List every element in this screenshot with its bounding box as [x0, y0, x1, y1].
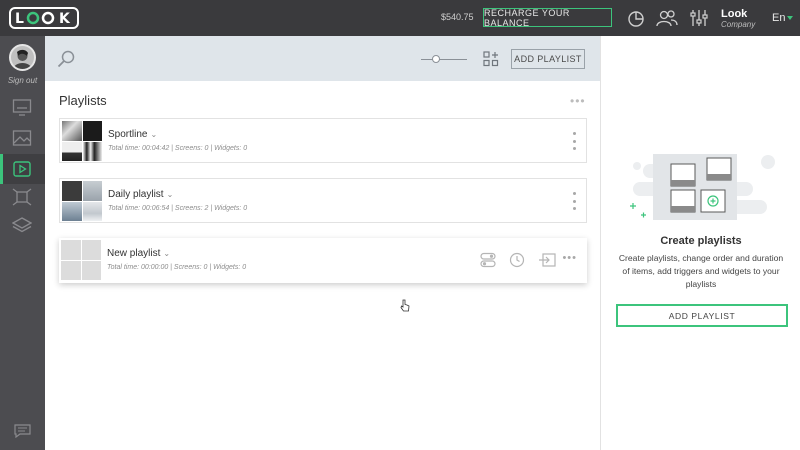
top-bar: L K $540.75 RECHARGE YOUR BALANCE Look C… — [0, 0, 800, 36]
playlist-card-new[interactable]: New playlist ⌄ Total time: 00:00:00 | Scr… — [59, 238, 587, 283]
toolbar: ADD PLAYLIST — [45, 36, 600, 81]
user-company: Company — [721, 20, 756, 29]
chevron-down-icon — [787, 16, 794, 21]
playlist-card-daily[interactable]: Daily playlist ⌄ Total time: 00:06:54 | S… — [59, 178, 587, 223]
image-icon[interactable] — [12, 129, 32, 147]
playlist-name[interactable]: New playlist ⌄ — [107, 248, 170, 259]
svg-text:K: K — [59, 11, 71, 27]
svg-text:L: L — [15, 11, 24, 27]
zoom-slider-track[interactable] — [421, 59, 467, 60]
layers-icon[interactable] — [12, 217, 32, 235]
users-icon[interactable] — [656, 9, 678, 27]
more-vertical-icon[interactable] — [572, 132, 576, 150]
add-playlist-button[interactable]: ADD PLAYLIST — [511, 49, 585, 69]
display-icon[interactable] — [12, 98, 32, 116]
recharge-balance-button[interactable]: RECHARGE YOUR BALANCE — [483, 8, 612, 28]
playlist-name[interactable]: Sportline ⌄ — [108, 129, 157, 140]
chevron-down-icon[interactable]: ⌄ — [150, 130, 157, 139]
playlist-thumbnail — [62, 181, 102, 221]
main-content: ADD PLAYLIST Playlists ••• Sportline ⌄ To… — [45, 36, 600, 450]
user-name[interactable]: Look — [721, 8, 747, 20]
playlist-meta: Total time: 00:06:54 | Screens: 2 | Widg… — [108, 205, 248, 212]
zoom-slider-handle[interactable] — [432, 55, 440, 63]
panel-title: Create playlists — [660, 235, 742, 247]
publish-icon[interactable] — [538, 252, 556, 268]
playlist-name[interactable]: Daily playlist ⌄ — [108, 189, 173, 200]
playlist-icon[interactable] — [12, 160, 32, 178]
mouse-cursor-icon — [400, 299, 410, 312]
page-title: Playlists — [59, 93, 107, 108]
chevron-down-icon[interactable]: ⌄ — [163, 249, 170, 258]
more-horizontal-icon[interactable]: ••• — [562, 252, 577, 264]
playlist-name-text: Daily playlist — [108, 189, 164, 200]
chat-icon[interactable] — [14, 424, 31, 438]
playlist-card-sportline[interactable]: Sportline ⌄ Total time: 00:04:42 | Screen… — [59, 118, 587, 163]
analytics-icon[interactable] — [627, 9, 647, 27]
playlist-meta: Total time: 00:00:00 | Screens: 0 | Widg… — [107, 264, 247, 271]
toggle-icon[interactable] — [480, 252, 496, 268]
playlist-thumbnail — [62, 121, 102, 161]
playlist-name-text: New playlist — [107, 248, 161, 259]
more-horizontal-icon[interactable]: ••• — [570, 94, 586, 108]
timer-icon[interactable] — [509, 252, 525, 268]
grid-add-icon[interactable] — [483, 51, 499, 67]
sign-out-link[interactable]: Sign out — [0, 76, 45, 85]
language-label: En — [772, 12, 786, 24]
playlist-meta: Total time: 00:04:42 | Screens: 0 | Widg… — [108, 145, 248, 152]
add-playlist-panel-button[interactable]: ADD PLAYLIST — [616, 304, 788, 327]
playlist-thumbnail-empty — [61, 240, 101, 280]
playlist-name-text: Sportline — [108, 129, 148, 140]
chevron-down-icon[interactable]: ⌄ — [167, 190, 174, 199]
balance-amount: $540.75 — [441, 12, 474, 22]
sidebar: Sign out — [0, 36, 45, 450]
settings-sliders-icon[interactable] — [689, 9, 709, 27]
widgets-icon[interactable] — [12, 188, 32, 206]
search-icon[interactable] — [57, 50, 75, 68]
panel-description: Create playlists, change order and durat… — [618, 253, 784, 289]
look-logo[interactable]: L K — [9, 7, 79, 29]
more-vertical-icon[interactable] — [572, 192, 576, 210]
playlist-illustration — [630, 154, 775, 220]
avatar[interactable] — [9, 44, 36, 71]
create-playlist-panel: Create playlists Create playlists, chang… — [600, 36, 800, 450]
language-selector[interactable]: En — [772, 12, 794, 24]
